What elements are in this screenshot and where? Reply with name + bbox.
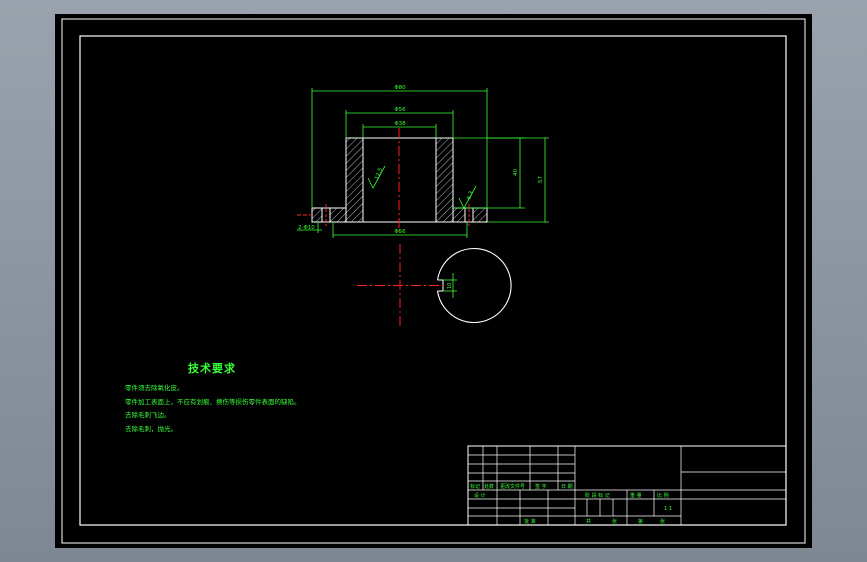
- approve-label: 批 准: [524, 518, 536, 525]
- rev-header-doc: 更改文件号: [500, 483, 525, 490]
- stage-header-mark: 阶 段 标 记: [585, 492, 610, 499]
- left-wall-hatch: [345, 137, 364, 223]
- sheet-total-unit: 张: [612, 518, 617, 525]
- sheet-current-label: 第: [638, 518, 643, 525]
- rev-header-date: 日 期: [561, 484, 573, 490]
- dim-holes-note: 2-Φ10: [298, 225, 315, 231]
- stage-header-scale: 比 例: [657, 492, 669, 499]
- designer-label: 设 计: [474, 492, 486, 499]
- rev-header-sign: 签 字: [535, 483, 547, 490]
- paper-background: [55, 14, 812, 548]
- right-wall-hatch: [435, 137, 454, 223]
- dim-height-total: 57: [538, 176, 544, 183]
- dim-key-width: 10: [447, 283, 453, 289]
- dim-height-bore: 40: [513, 169, 519, 176]
- sheet-current-unit: 张: [660, 518, 665, 525]
- dim-boss-diameter: Φ56: [394, 107, 406, 113]
- dim-base-diameter: Φ56: [394, 229, 406, 235]
- dim-bore-diameter: Φ38: [394, 121, 406, 127]
- cad-drawing-canvas: Φ80 Φ56 Φ38 Φ56 2-Φ10 12.5 6.3 40 57 10: [55, 14, 812, 548]
- dim-outer-diameter: Φ80: [394, 85, 406, 91]
- rev-header-count: 处数: [484, 483, 494, 490]
- sheet-total-label: 共: [586, 518, 591, 525]
- scale-value: 1:1: [664, 506, 672, 512]
- rev-header-mark: 标记: [470, 483, 480, 490]
- stage-header-weight: 重 量: [630, 492, 642, 499]
